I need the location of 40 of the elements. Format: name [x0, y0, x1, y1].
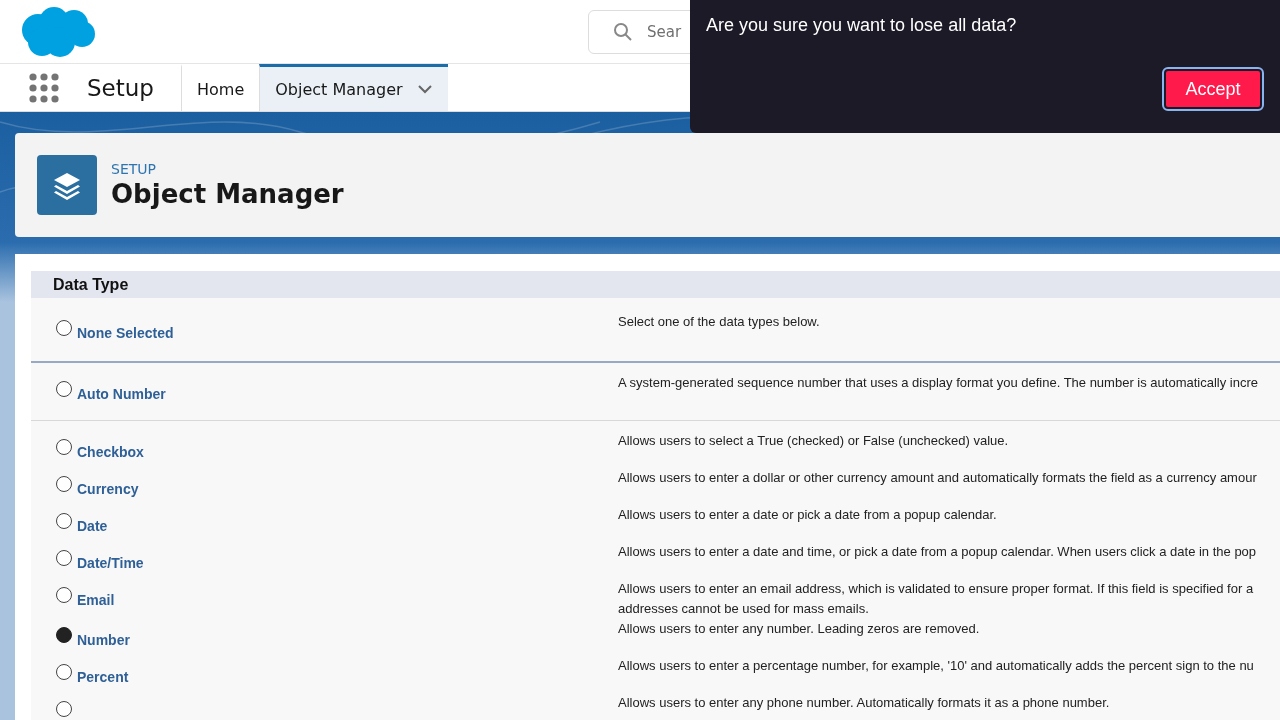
radio-button[interactable]: [56, 439, 72, 455]
radio-button[interactable]: [56, 476, 72, 492]
data-type-description: Select one of the data types below.: [617, 313, 820, 331]
radio-button[interactable]: [56, 550, 72, 566]
radio-button[interactable]: [56, 587, 72, 603]
data-type-description: Allows users to enter any phone number. Automatically formats it as a phone number.: [617, 694, 1110, 712]
accept-button[interactable]: Accept: [1164, 69, 1262, 109]
data-type-label[interactable]: Percent: [77, 669, 129, 685]
breadcrumb: SETUP: [111, 161, 157, 177]
radio-button[interactable]: [56, 627, 72, 643]
search-icon: [613, 21, 633, 42]
data-type-label[interactable]: Auto Number: [77, 386, 166, 402]
data-type-description: Allows users to enter a date and time, or pick a date from a popup calendar. When users click a date in the pop: [617, 543, 1257, 561]
radio-button[interactable]: [56, 513, 72, 529]
data-type-label[interactable]: Number: [77, 632, 130, 648]
data-type-description: Allows users to enter a percentage number, for example, '10' and automatically adds the percent sign to the nu: [617, 657, 1254, 675]
data-type-description: Allows users to select a True (checked) or False (unchecked) value.: [617, 432, 1009, 450]
page-title: Object Manager: [111, 179, 344, 209]
section-title: Data Type: [31, 271, 1280, 298]
radio-button[interactable]: [56, 381, 72, 397]
data-type-description: Allows users to enter a dollar or other currency amount and automatically formats the field as a currency amour: [617, 469, 1257, 487]
radio-button[interactable]: [56, 320, 72, 336]
cloud-logo[interactable]: [20, 5, 96, 58]
data-type-label[interactable]: Date: [77, 518, 108, 534]
data-type-label[interactable]: None Selected: [77, 325, 174, 341]
data-type-label[interactable]: Currency: [77, 481, 139, 497]
data-type-label[interactable]: Checkbox: [77, 444, 144, 460]
radio-button[interactable]: [56, 701, 72, 717]
data-type-description: Allows users to enter a date or pick a date from a popup calendar.: [617, 506, 997, 524]
data-type-description: Allows users to enter an email address, which is validated to ensure proper format. If this field is specified for a addresses cannot be used for mass emails.: [617, 580, 1254, 618]
radio-button[interactable]: [56, 664, 72, 680]
app-launcher-icon[interactable]: [29, 73, 59, 103]
dialog-message: Are you sure you want to lose all data?: [706, 15, 1017, 36]
data-type-description: A system-generated sequence number that uses a display format you define. The number is automatically incre: [617, 374, 1258, 392]
data-type-description: Allows users to enter any number. Leading zeros are removed.: [617, 620, 980, 638]
data-type-label[interactable]: Date/Time: [77, 555, 144, 571]
data-type-label[interactable]: Email: [77, 592, 115, 608]
layers-icon: [37, 155, 97, 215]
app-name: Setup: [87, 74, 155, 101]
nav-tab[interactable]: Object Manager: [259, 64, 448, 111]
